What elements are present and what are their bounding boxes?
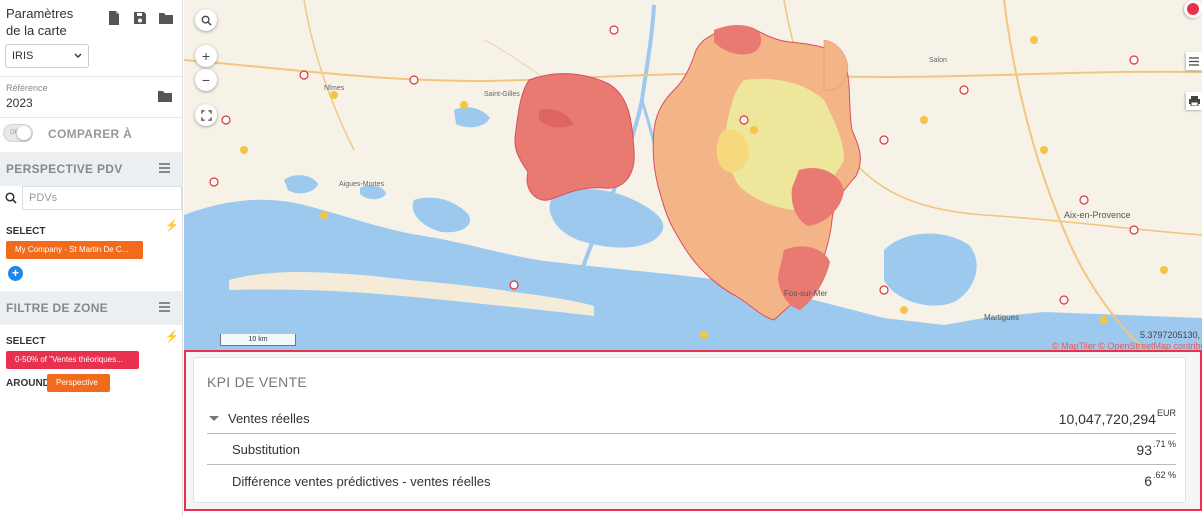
map-search-button[interactable] — [195, 9, 217, 31]
perspective-pdv-title: PERSPECTIVE PDV — [6, 162, 123, 176]
location-marker-button[interactable] — [1184, 0, 1202, 18]
zone-filter-title: FILTRE DE ZONE — [6, 301, 108, 315]
compare-label: COMPARER À — [48, 127, 133, 141]
divider — [0, 117, 182, 118]
map-scale: 10 km — [220, 334, 296, 346]
map-settings-sidebar: Paramètres de la carte IRIS Référence 20… — [0, 0, 183, 516]
zone-select-label: SELECT — [6, 336, 46, 347]
print-icon — [1188, 96, 1200, 106]
add-button[interactable]: + — [8, 266, 23, 281]
svg-text:Aigues-Mortes: Aigues-Mortes — [339, 181, 385, 188]
zone-west — [514, 73, 635, 201]
sidebar-title: Paramètres de la carte — [6, 6, 74, 38]
svg-text:Salon: Salon — [929, 57, 947, 64]
fullscreen-button[interactable] — [195, 104, 217, 126]
around-chip[interactable]: Perspective — [47, 374, 110, 392]
kpi-title: KPI DE VENTE — [207, 374, 308, 390]
kpi-row-difference: Différence ventes prédictives - ventes r… — [207, 466, 1176, 496]
lagoon-etang-berre — [884, 233, 977, 306]
around-label: AROUND — [6, 378, 50, 389]
svg-text:Saint-Gilles: Saint-Gilles — [484, 91, 520, 98]
lightning-icon[interactable]: ⚡ — [165, 219, 179, 232]
zoom-out-button[interactable]: − — [195, 69, 217, 91]
search-icon — [201, 15, 212, 26]
kpi-panel: KPI DE VENTE Ventes réelles 10,047,720,2… — [184, 350, 1202, 511]
kpi-card: KPI DE VENTE Ventes réelles 10,047,720,2… — [193, 357, 1186, 503]
perspective-select-label: SELECT — [6, 226, 46, 237]
menu-icon[interactable] — [159, 302, 170, 314]
level-select[interactable]: IRIS — [5, 44, 89, 68]
kpi-label: Substitution — [232, 442, 300, 457]
menu-icon[interactable] — [159, 163, 170, 175]
reference-label: Référence — [6, 83, 48, 93]
map-canvas: Saint-Gilles Aigues-Mortes Aix-en-Proven… — [184, 0, 1202, 350]
app: Paramètres de la carte IRIS Référence 20… — [0, 0, 1202, 516]
pdv-search-input[interactable] — [22, 186, 182, 210]
kpi-value: 6.62 % — [1144, 470, 1176, 489]
svg-text:Martigues: Martigues — [984, 313, 1019, 322]
kpi-label: Différence ventes prédictives - ventes r… — [232, 473, 491, 489]
svg-text:Fos-sur-Mer: Fos-sur-Mer — [784, 289, 828, 298]
folder-icon[interactable] — [158, 10, 174, 26]
kpi-unit: .62 % — [1152, 470, 1176, 480]
kpi-row-ventes[interactable]: Ventes réelles 10,047,720,294EUR — [207, 404, 1176, 434]
sidebar-toolbar — [106, 10, 174, 26]
kpi-unit: EUR — [1156, 407, 1176, 418]
layers-list-button[interactable] — [1186, 52, 1202, 70]
svg-text:Aix-en-Provence: Aix-en-Provence — [1064, 210, 1131, 220]
map-attribution[interactable]: © MapTiler © OpenStreetMap contributors — [1052, 341, 1202, 350]
level-select-value: IRIS — [12, 50, 34, 62]
zoom-in-button[interactable]: + — [195, 45, 217, 67]
new-file-icon[interactable] — [106, 10, 122, 26]
location-marker-icon — [1187, 3, 1199, 15]
kpi-value: 93.71 % — [1136, 438, 1176, 458]
zone-filter-header: FILTRE DE ZONE — [0, 291, 182, 325]
kpi-label: Ventes réelles — [228, 411, 310, 426]
kpi-value: 10,047,720,294EUR — [1058, 407, 1176, 427]
perspective-chip[interactable]: My Company - St Martin De C... — [6, 241, 143, 259]
kpi-unit: .71 % — [1152, 438, 1176, 449]
compare-toggle[interactable]: OFF — [3, 124, 33, 142]
toggle-knob — [17, 126, 31, 140]
divider — [0, 76, 182, 77]
map-view[interactable]: Saint-Gilles Aigues-Mortes Aix-en-Proven… — [184, 0, 1202, 350]
map-coordinates: 5.3797205130, 43.605168059 — [1140, 330, 1202, 340]
svg-text:Nîmes: Nîmes — [324, 85, 345, 92]
list-icon — [1189, 56, 1199, 66]
kpi-row-substitution: Substitution 93.71 % — [207, 435, 1176, 465]
chevron-down-icon — [74, 53, 82, 58]
save-icon[interactable] — [132, 10, 148, 26]
perspective-pdv-header: PERSPECTIVE PDV — [0, 152, 182, 186]
search-icon — [0, 186, 22, 210]
fullscreen-icon — [200, 109, 212, 121]
reference-folder-icon[interactable] — [157, 88, 173, 104]
reference-value: 2023 — [6, 96, 33, 110]
collapse-caret-icon[interactable] — [209, 416, 219, 421]
print-button[interactable] — [1186, 92, 1202, 110]
pdv-search-row — [0, 186, 182, 210]
zone-filter-chip[interactable]: 0-50% of "Ventes théoriques... — [6, 351, 139, 369]
lightning-icon[interactable]: ⚡ — [165, 330, 179, 343]
